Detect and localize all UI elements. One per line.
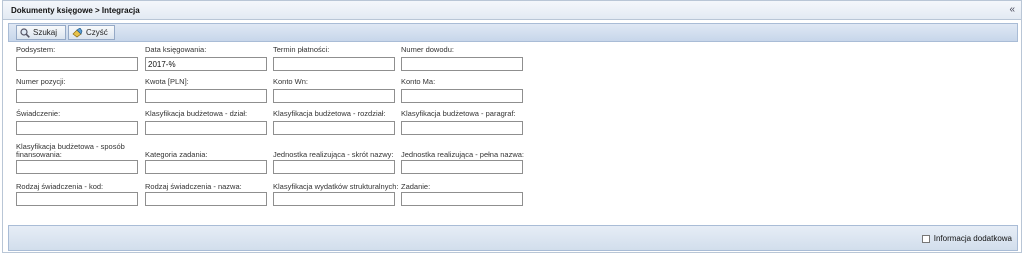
rodzaj-kod-label: Rodzaj świadczenia - kod: — [16, 182, 104, 191]
search-icon — [20, 27, 30, 38]
field-klasyfikacja-rozdzial: Klasyfikacja budżetowa - rozdział: — [273, 109, 395, 135]
numer-dowodu-input[interactable] — [401, 57, 523, 71]
footer-bar: Informacja dodatkowa — [8, 225, 1018, 251]
klasyfikacja-dzial-label: Klasyfikacja budżetowa - dział: — [145, 109, 248, 118]
page-title: Dokumenty księgowe > Integracja — [11, 6, 140, 15]
jednostka-skrot-label: Jednostka realizująca - skrót nazwy: — [273, 150, 394, 159]
konto-ma-input[interactable] — [401, 89, 523, 103]
field-klasyfikacja-dzial: Klasyfikacja budżetowa - dział: — [145, 109, 267, 135]
field-kategoria-zadania: Kategoria zadania: — [145, 150, 267, 174]
field-zadanie: Zadanie: — [401, 182, 523, 206]
konto-wn-input[interactable] — [273, 89, 395, 103]
klasyfikacja-sposob-input[interactable] — [16, 160, 138, 174]
kwota-input[interactable] — [145, 89, 267, 103]
field-rodzaj-nazwa: Rodzaj świadczenia - nazwa: — [145, 182, 267, 206]
field-kwota: Kwota [PLN]: — [145, 77, 267, 103]
search-button[interactable]: Szukaj — [16, 25, 66, 40]
field-numer-dowodu: Numer dowodu: — [401, 45, 523, 71]
podsystem-input[interactable] — [16, 57, 138, 71]
klasyfikacja-dzial-input[interactable] — [145, 121, 267, 135]
info-dodatkowa-label: Informacja dodatkowa — [933, 234, 1012, 243]
clear-button[interactable]: Czyść — [68, 25, 115, 40]
jednostka-skrot-input[interactable] — [273, 160, 395, 174]
info-dodatkowa-checkbox[interactable] — [921, 234, 930, 243]
zadanie-input[interactable] — [401, 192, 523, 206]
field-klasyfikacja-wydatkow: Klasyfikacja wydatków strukturalnych: — [273, 182, 399, 206]
konto-ma-label: Konto Ma: — [401, 77, 436, 86]
klasyfikacja-sposob-label-line2: finansowania: — [16, 150, 62, 159]
field-konto-ma: Konto Ma: — [401, 77, 523, 103]
data-ksiegowania-label: Data księgowania: — [145, 45, 207, 54]
search-button-label: Szukaj — [33, 28, 58, 37]
klasyfikacja-paragraf-label: Klasyfikacja budżetowa - paragraf: — [401, 109, 516, 118]
info-dodatkowa-toggle[interactable]: Informacja dodatkowa — [921, 234, 1012, 243]
klasyfikacja-paragraf-input[interactable] — [401, 121, 523, 135]
klasyfikacja-wydatkow-input[interactable] — [273, 192, 395, 206]
field-klasyfikacja-sposob: Klasyfikacja budżetowa - sposób finansow… — [16, 143, 138, 174]
jednostka-pelna-label: Jednostka realizująca - pełna nazwa: — [401, 150, 524, 159]
kategoria-zadania-label: Kategoria zadania: — [145, 150, 208, 159]
field-numer-pozycji: Numer pozycji: — [16, 77, 138, 103]
field-swiadczenie: Świadczenie: — [16, 109, 138, 135]
zadanie-label: Zadanie: — [401, 182, 431, 191]
panel-header: Dokumenty księgowe > Integracja « — [3, 1, 1021, 20]
data-ksiegowania-input[interactable] — [145, 57, 267, 71]
jednostka-pelna-input[interactable] — [401, 160, 523, 174]
field-rodzaj-kod: Rodzaj świadczenia - kod: — [16, 182, 138, 206]
konto-wn-label: Konto Wn: — [273, 77, 309, 86]
field-data-ksiegowania: Data księgowania: — [145, 45, 267, 71]
toolbar: Szukaj Czyść — [8, 23, 1018, 42]
klasyfikacja-rozdzial-label: Klasyfikacja budżetowa - rozdział: — [273, 109, 386, 118]
field-jednostka-skrot: Jednostka realizująca - skrót nazwy: — [273, 150, 395, 174]
field-klasyfikacja-paragraf: Klasyfikacja budżetowa - paragraf: — [401, 109, 523, 135]
numer-pozycji-label: Numer pozycji: — [16, 77, 66, 86]
collapse-icon[interactable]: « — [1009, 4, 1015, 15]
eraser-icon — [72, 27, 83, 37]
klasyfikacja-rozdzial-input[interactable] — [273, 121, 395, 135]
kwota-label: Kwota [PLN]: — [145, 77, 189, 86]
termin-platnosci-label: Termin płatności: — [273, 45, 330, 54]
swiadczenie-label: Świadczenie: — [16, 109, 61, 118]
clear-button-label: Czyść — [86, 28, 108, 37]
field-termin-platnosci: Termin płatności: — [273, 45, 395, 71]
field-konto-wn: Konto Wn: — [273, 77, 395, 103]
rodzaj-nazwa-input[interactable] — [145, 192, 267, 206]
field-podsystem: Podsystem: — [16, 45, 138, 71]
rodzaj-kod-input[interactable] — [16, 192, 138, 206]
kategoria-zadania-input[interactable] — [145, 160, 267, 174]
numer-pozycji-input[interactable] — [16, 89, 138, 103]
field-jednostka-pelna: Jednostka realizująca - pełna nazwa: — [401, 150, 524, 174]
rodzaj-nazwa-label: Rodzaj świadczenia - nazwa: — [145, 182, 242, 191]
swiadczenie-input[interactable] — [16, 121, 138, 135]
numer-dowodu-label: Numer dowodu: — [401, 45, 454, 54]
termin-platnosci-input[interactable] — [273, 57, 395, 71]
podsystem-label: Podsystem: — [16, 45, 56, 54]
klasyfikacja-wydatkow-label: Klasyfikacja wydatków strukturalnych: — [273, 182, 399, 191]
